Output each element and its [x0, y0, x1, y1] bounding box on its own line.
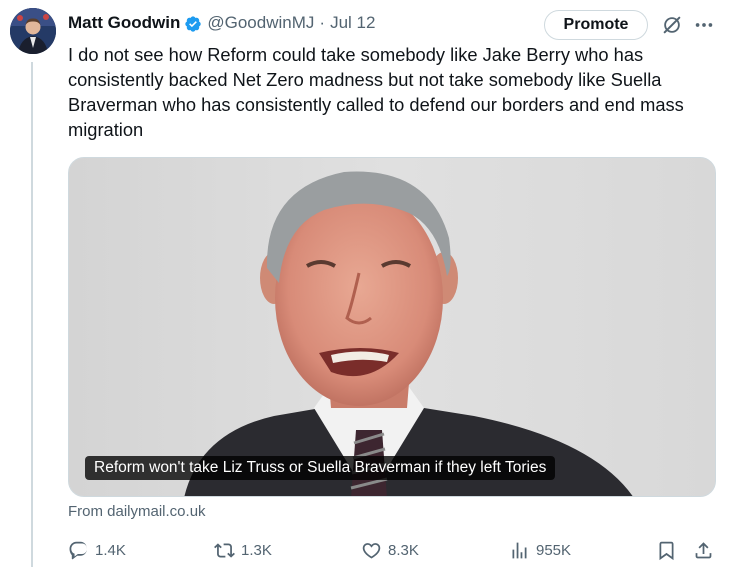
like-button[interactable]: 8.3K — [361, 538, 419, 562]
share-button[interactable] — [693, 538, 714, 562]
repost-button[interactable]: 1.3K — [214, 538, 272, 562]
author-name[interactable]: Matt Goodwin — [68, 13, 180, 33]
views-button[interactable]: 955K — [509, 538, 571, 562]
promote-button[interactable]: Promote — [544, 10, 648, 40]
avatar-image — [10, 8, 56, 54]
views-icon — [512, 542, 527, 558]
tweet-header: Matt Goodwin @GoodwinMJ · Jul 12 — [68, 10, 375, 36]
like-count: 8.3K — [388, 541, 419, 559]
separator-dot: · — [319, 13, 326, 32]
media-caption: Reform won't take Liz Truss or Suella Br… — [85, 456, 556, 480]
avatar[interactable] — [10, 8, 56, 54]
repost-icon — [214, 542, 235, 558]
tweet-date[interactable]: Jul 12 — [330, 13, 375, 33]
grok-icon[interactable] — [661, 14, 683, 36]
link-source[interactable]: From dailymail.co.uk — [68, 503, 206, 520]
views-count: 955K — [536, 541, 572, 559]
reply-count: 1.4K — [95, 541, 126, 559]
share-icon — [695, 541, 712, 558]
bookmark-button[interactable] — [656, 538, 677, 562]
like-icon — [362, 542, 381, 559]
more-icon[interactable] — [693, 14, 715, 36]
repost-count: 1.3K — [241, 541, 272, 559]
reply-button[interactable]: 1.4K — [68, 538, 126, 562]
link-card-media[interactable]: Reform won't take Liz Truss or Suella Br… — [68, 157, 716, 497]
tweet-text: I do not see how Reform could take someb… — [68, 44, 684, 140]
author-handle[interactable]: @GoodwinMJ — [207, 13, 314, 33]
bookmark-icon — [659, 541, 674, 560]
tweet-actions: 1.4K 1.3K 8.3K 955K — [68, 538, 718, 562]
article-photo — [69, 158, 715, 496]
verified-badge-icon[interactable] — [184, 15, 202, 33]
reply-icon — [69, 541, 87, 559]
thread-line — [31, 62, 33, 567]
